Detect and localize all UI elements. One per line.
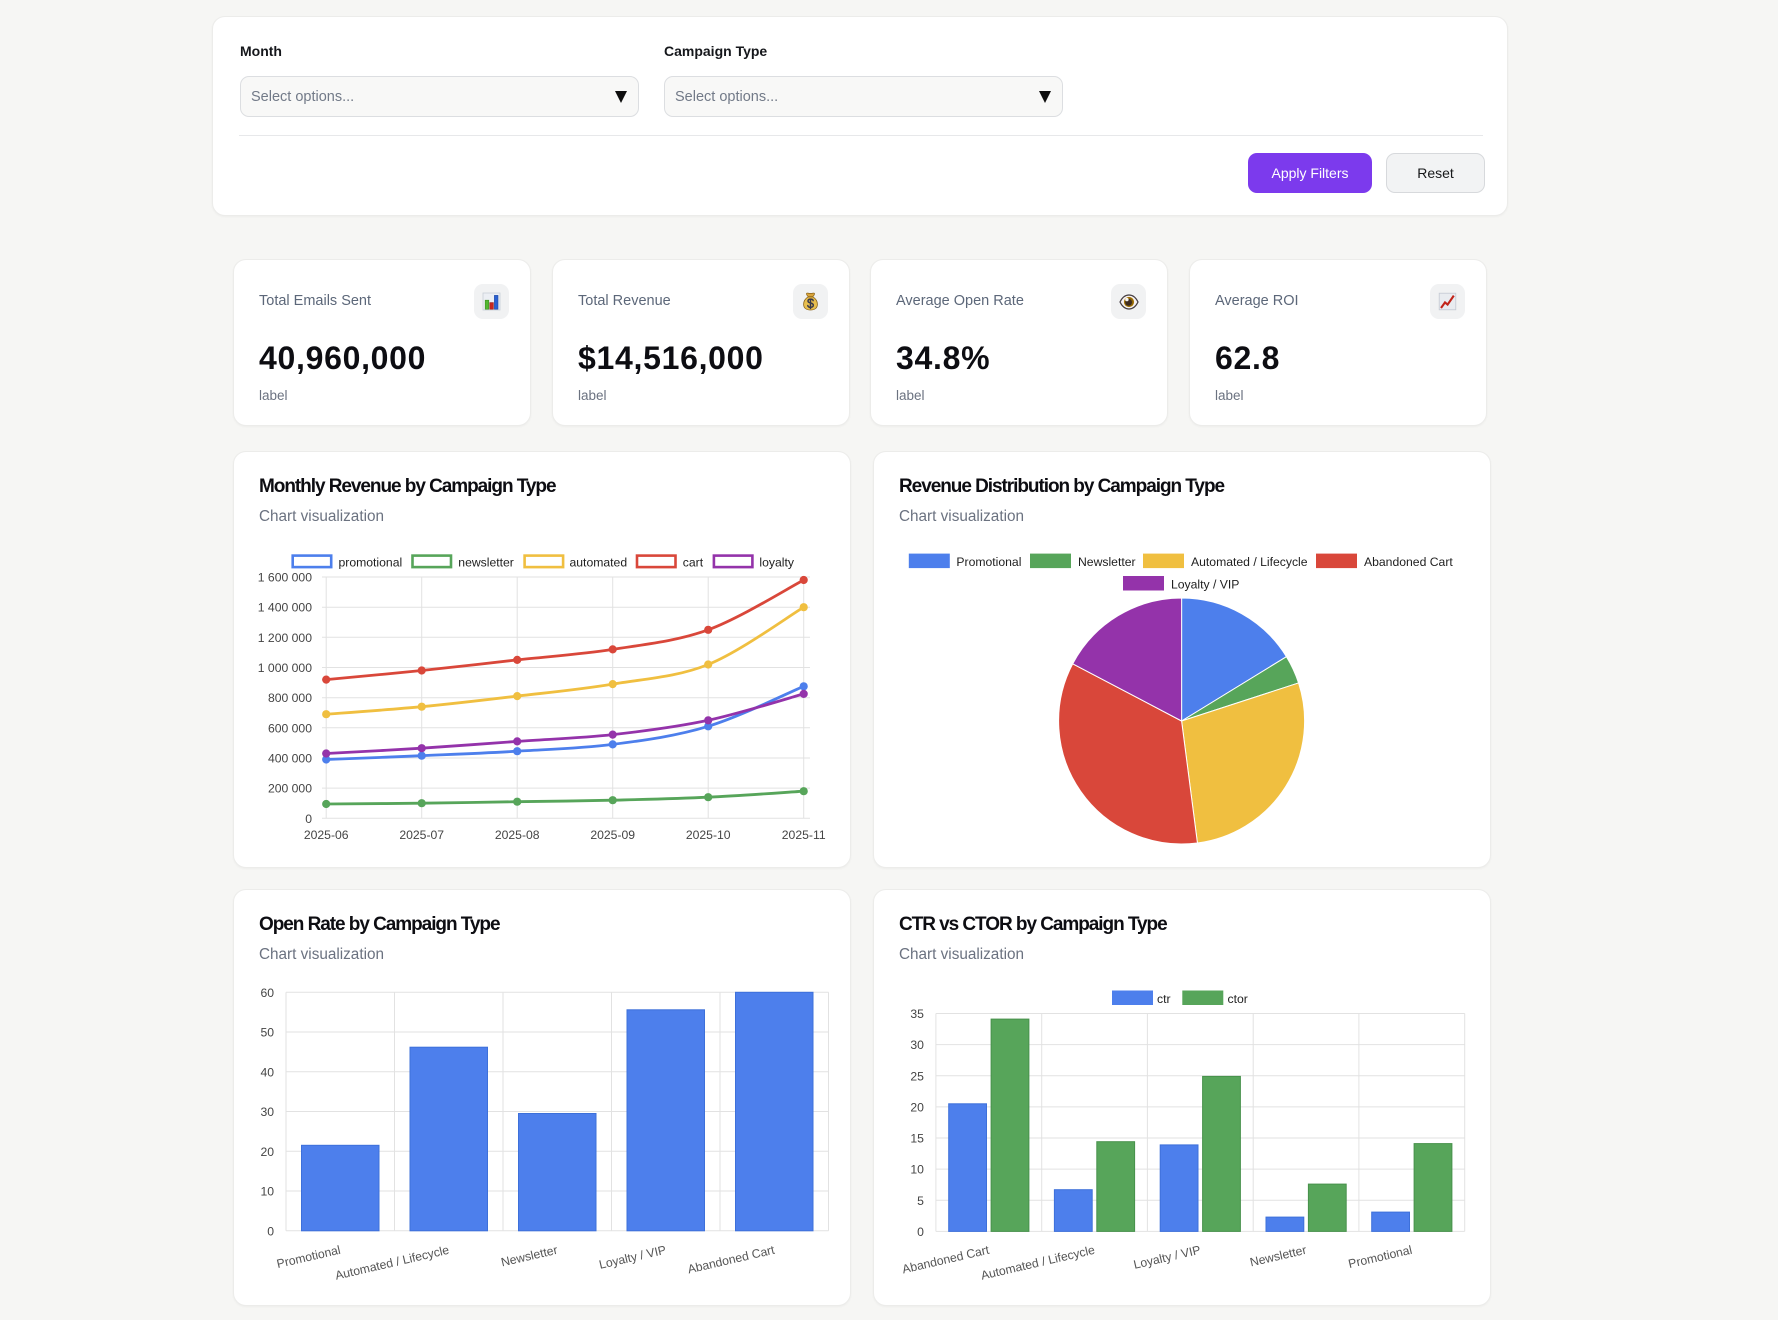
svg-text:600 000: 600 000 (268, 721, 312, 735)
svg-text:ctr: ctr (1157, 992, 1171, 1006)
svg-text:Abandoned Cart: Abandoned Cart (901, 1243, 991, 1277)
svg-text:1 000 000: 1 000 000 (258, 661, 312, 675)
svg-text:2025-08: 2025-08 (495, 828, 540, 842)
svg-text:0: 0 (917, 1225, 924, 1239)
svg-text:Newsletter: Newsletter (500, 1243, 559, 1270)
svg-text:800 000: 800 000 (268, 691, 312, 705)
svg-text:Loyalty / VIP: Loyalty / VIP (1171, 577, 1239, 591)
svg-text:2025-11: 2025-11 (782, 828, 826, 842)
svg-text:Automated / Lifecycle: Automated / Lifecycle (979, 1243, 1096, 1283)
svg-text:loyalty: loyalty (759, 556, 794, 570)
svg-text:20: 20 (260, 1145, 274, 1159)
svg-text:30: 30 (260, 1105, 274, 1119)
svg-text:30: 30 (910, 1038, 924, 1052)
svg-text:10: 10 (260, 1185, 274, 1199)
svg-text:35: 35 (910, 1007, 924, 1021)
svg-text:Newsletter: Newsletter (1078, 555, 1136, 569)
svg-text:0: 0 (305, 812, 312, 826)
svg-text:50: 50 (260, 1026, 274, 1040)
svg-text:40: 40 (260, 1065, 274, 1079)
svg-text:2025-07: 2025-07 (399, 828, 444, 842)
svg-text:Automated / Lifecycle: Automated / Lifecycle (334, 1243, 451, 1283)
svg-text:5: 5 (917, 1194, 924, 1208)
svg-text:cart: cart (683, 556, 704, 570)
svg-text:Loyalty / VIP: Loyalty / VIP (1132, 1243, 1202, 1272)
svg-text:automated: automated (570, 556, 628, 570)
svg-text:400 000: 400 000 (268, 752, 312, 766)
svg-text:Abandoned Cart: Abandoned Cart (1364, 555, 1453, 569)
svg-text:60: 60 (260, 986, 274, 1000)
svg-text:Promotional: Promotional (1347, 1243, 1414, 1271)
svg-text:0: 0 (267, 1224, 274, 1238)
svg-text:25: 25 (910, 1069, 924, 1083)
svg-text:2025-06: 2025-06 (304, 828, 349, 842)
svg-text:ctor: ctor (1228, 992, 1248, 1006)
svg-text:Abandoned Cart: Abandoned Cart (686, 1243, 776, 1277)
svg-text:20: 20 (910, 1100, 924, 1114)
svg-text:Promotional: Promotional (956, 555, 1021, 569)
svg-text:newsletter: newsletter (458, 556, 514, 570)
svg-text:Promotional: Promotional (275, 1243, 342, 1271)
svg-text:Automated / Lifecycle: Automated / Lifecycle (1191, 555, 1308, 569)
svg-text:10: 10 (910, 1163, 924, 1177)
svg-text:2025-10: 2025-10 (686, 828, 731, 842)
svg-text:200 000: 200 000 (268, 782, 312, 796)
svg-text:1 400 000: 1 400 000 (258, 601, 312, 615)
svg-text:promotional: promotional (339, 556, 403, 570)
svg-text:15: 15 (910, 1132, 924, 1146)
svg-text:Newsletter: Newsletter (1249, 1243, 1308, 1270)
svg-text:Loyalty / VIP: Loyalty / VIP (598, 1243, 668, 1272)
svg-text:1 600 000: 1 600 000 (258, 571, 312, 585)
svg-text:1 200 000: 1 200 000 (258, 631, 312, 645)
svg-text:2025-09: 2025-09 (590, 828, 635, 842)
